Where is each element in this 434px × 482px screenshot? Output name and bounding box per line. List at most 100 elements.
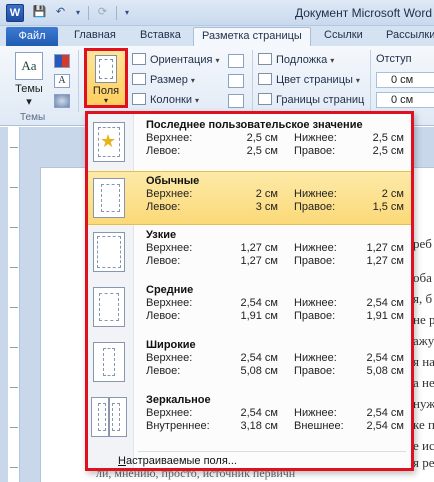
- themes-button[interactable]: Aa Темы ▾: [12, 52, 46, 108]
- menu-divider: [138, 451, 406, 452]
- size-icon: [132, 73, 146, 85]
- ruler-tick: [10, 187, 18, 188]
- ruler-tick: [10, 147, 18, 148]
- margins-icon: [95, 55, 117, 83]
- margin-option-wide[interactable]: Широкие Верхнее: 2,54 см Нижнее: 2,54 см…: [88, 336, 411, 390]
- chevron-down-icon: ▾: [190, 76, 195, 85]
- indent-label: Отступ: [376, 53, 412, 65]
- margin-option-name: Средние: [146, 284, 194, 296]
- orientation-icon: [132, 53, 146, 65]
- page-margins-mirrored-left-icon: [91, 397, 109, 437]
- margin-guide: [99, 293, 119, 321]
- margins-dropdown-menu: ★ Последнее пользовательское значение Ве…: [85, 111, 414, 471]
- margin-option-last-custom[interactable]: ★ Последнее пользовательское значение Ве…: [88, 116, 411, 170]
- group-separator: [252, 50, 253, 112]
- margin-guide: [112, 403, 120, 431]
- ruler-tick: [10, 307, 18, 308]
- margin-option-name: Последнее пользовательское значение: [146, 119, 363, 131]
- margin-option-name: Зеркальное: [146, 394, 211, 406]
- tab-page-layout[interactable]: Разметка страницы: [193, 27, 311, 47]
- page-margins-wide-icon: [93, 342, 125, 382]
- chevron-down-icon: ▾: [330, 56, 335, 65]
- watermark-button[interactable]: Подложка ▾: [258, 53, 334, 66]
- theme-colors-icon[interactable]: [54, 54, 70, 68]
- columns-button[interactable]: Колонки ▾: [132, 93, 199, 106]
- window-title: Документ Microsoft Word –: [295, 6, 434, 20]
- document-text: я на: [413, 354, 434, 369]
- margin-option-normal[interactable]: Обычные Верхнее: 2 см Нижнее: 2 см Левое…: [88, 171, 411, 225]
- tab-home[interactable]: Главная: [74, 29, 116, 41]
- document-text: оба: [413, 270, 432, 285]
- word-app-icon[interactable]: W: [6, 4, 24, 22]
- ruler-tick: [10, 467, 18, 468]
- ruler-tick: [10, 227, 18, 228]
- ruler-tick: [10, 347, 18, 348]
- save-icon[interactable]: 💾: [32, 5, 47, 20]
- document-text: я ре: [413, 455, 434, 470]
- page-margins-mirrored-right-icon: [109, 397, 127, 437]
- indent-left-input[interactable]: 0 см: [376, 72, 434, 88]
- menu-body: ★ Последнее пользовательское значение Ве…: [88, 114, 411, 468]
- document-text: е ис: [413, 438, 434, 453]
- page-borders-icon: [258, 93, 272, 105]
- indent-right-input[interactable]: 0 см: [376, 92, 434, 108]
- undo-icon[interactable]: ↶: [53, 5, 68, 20]
- page-margins-normal-icon: [93, 178, 125, 218]
- columns-icon: [132, 93, 146, 105]
- margin-guide: [101, 184, 120, 212]
- margin-option-name: Узкие: [146, 229, 177, 241]
- page-borders-button[interactable]: Границы страниц: [258, 93, 364, 106]
- themes-group-label: Темы: [20, 112, 46, 123]
- breaks-icon[interactable]: [228, 54, 244, 68]
- theme-effects-icon[interactable]: [54, 94, 70, 108]
- margin-option-narrow[interactable]: Узкие Верхнее: 1,27 см Нижнее: 1,27 см Л…: [88, 226, 411, 280]
- themes-button-label: Темы ▾: [15, 83, 43, 108]
- page-margins-narrow-icon: [93, 232, 125, 272]
- chevron-down-icon: ▾: [103, 96, 108, 105]
- page-color-button[interactable]: Цвет страницы ▾: [258, 73, 360, 86]
- line-numbers-icon[interactable]: [228, 74, 244, 88]
- document-text: я, б: [413, 291, 433, 306]
- ruler-tick: [10, 267, 18, 268]
- chevron-down-icon: ▾: [355, 76, 360, 85]
- watermark-icon: [258, 53, 272, 65]
- margin-option-mirrored[interactable]: Зеркальное Верхнее: 2,54 см Нижнее: 2,54…: [88, 391, 411, 445]
- margin-option-name: Обычные: [146, 175, 200, 187]
- ribbon-tabs: Файл Главная Вставка Разметка страницы С…: [0, 26, 434, 47]
- document-text: ажу: [413, 333, 434, 348]
- tab-file[interactable]: Файл: [6, 27, 58, 46]
- margins-button[interactable]: Поля ▾: [84, 48, 128, 108]
- margin-guide: [97, 236, 121, 268]
- toolbar-separator: [88, 5, 89, 20]
- page-margins-moderate-icon: [93, 287, 125, 327]
- document-text: ке п: [413, 417, 434, 432]
- vertical-ruler: [8, 127, 20, 482]
- tab-mailings[interactable]: Рассылки: [386, 29, 434, 41]
- margin-option-moderate[interactable]: Средние Верхнее: 2,54 см Нижнее: 2,54 см…: [88, 281, 411, 335]
- margin-guide: [98, 403, 106, 431]
- document-text: а не: [413, 375, 434, 390]
- orientation-button[interactable]: Ориентация ▾: [132, 53, 219, 66]
- theme-fonts-icon[interactable]: A: [54, 74, 70, 88]
- group-separator: [78, 50, 79, 112]
- document-text: не р: [413, 312, 434, 327]
- margin-guide: [103, 348, 115, 376]
- document-text: реб: [413, 236, 432, 251]
- size-button[interactable]: Размер ▾: [132, 73, 195, 86]
- themes-icon: Aa: [15, 52, 43, 80]
- ruler-tick: [10, 387, 18, 388]
- redo-icon[interactable]: ⟳: [95, 5, 110, 20]
- star-glyph: ★: [100, 131, 117, 151]
- tab-insert[interactable]: Вставка: [140, 29, 181, 41]
- star-icon: ★: [93, 122, 125, 162]
- page-color-icon: [258, 73, 272, 85]
- undo-dropdown-icon[interactable]: ▾: [74, 5, 82, 20]
- title-bar: W 💾 ↶ ▾ ⟳ ▾ Документ Microsoft Word –: [0, 0, 434, 26]
- custom-margins-menu-item[interactable]: Настраиваемые поля...: [118, 455, 237, 467]
- document-text: нуж: [413, 396, 434, 411]
- tab-references[interactable]: Ссылки: [324, 29, 363, 41]
- customize-toolbar-icon[interactable]: ▾: [123, 5, 131, 20]
- ruler-tick: [10, 427, 18, 428]
- hyphenation-icon[interactable]: [228, 94, 244, 108]
- group-separator: [370, 50, 371, 112]
